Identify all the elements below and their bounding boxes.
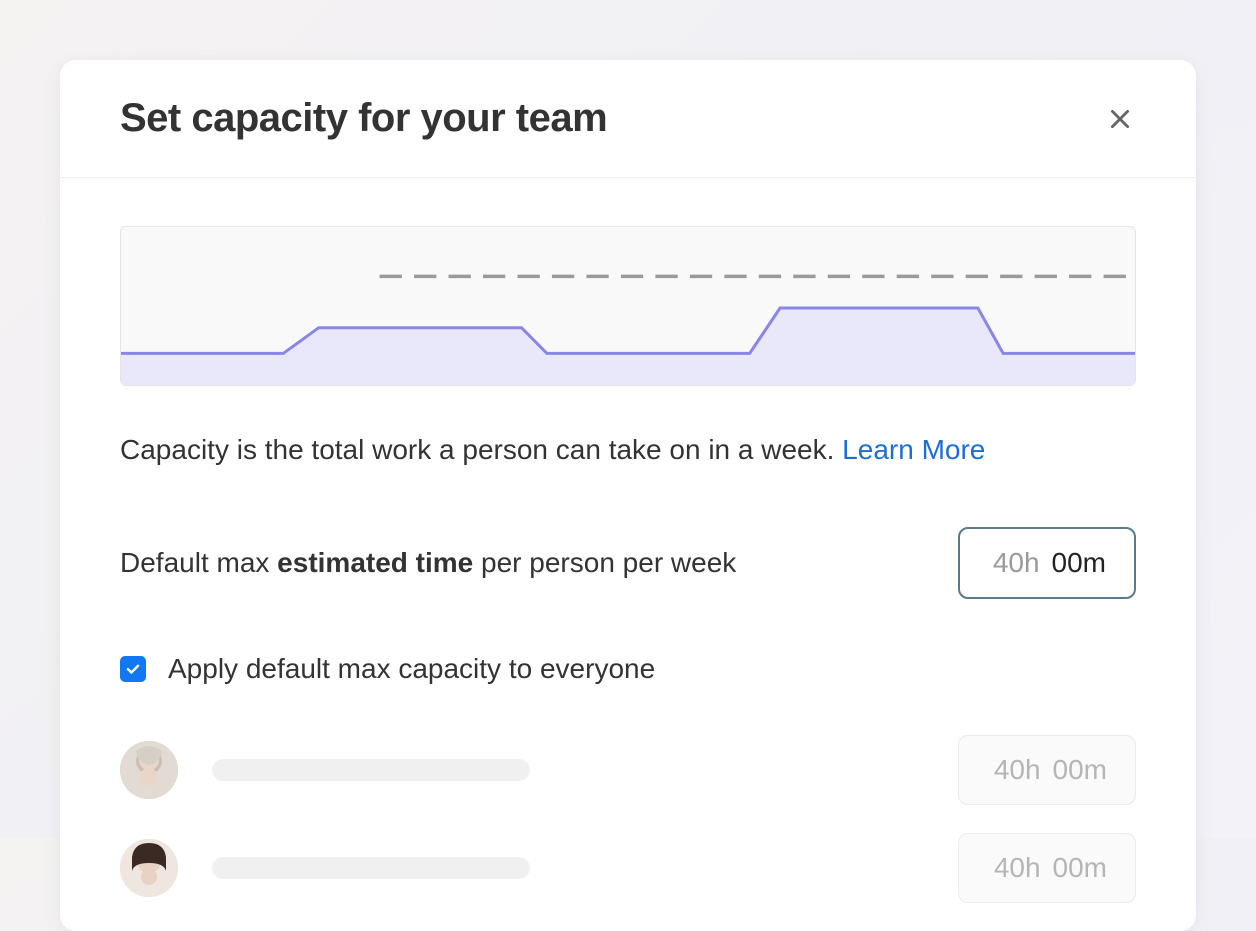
capacity-modal: Set capacity for your team Capacity is t… xyxy=(60,60,1196,931)
default-capacity-row: Default max estimated time per person pe… xyxy=(120,527,1136,599)
member-minutes: 00m xyxy=(1053,754,1107,786)
member-capacity-input[interactable]: 40h 00m xyxy=(958,833,1136,903)
description-text: Capacity is the total work a person can … xyxy=(120,434,834,465)
member-row: 40h 00m xyxy=(120,833,1136,903)
member-capacity-input[interactable]: 40h 00m xyxy=(958,735,1136,805)
member-name-placeholder xyxy=(212,759,530,781)
close-icon xyxy=(1107,106,1133,132)
apply-default-label: Apply default max capacity to everyone xyxy=(168,653,655,685)
capacity-description: Capacity is the total work a person can … xyxy=(120,430,1136,469)
checkmark-icon xyxy=(125,661,141,677)
avatar xyxy=(120,741,178,799)
member-row: 40h 00m xyxy=(120,735,1136,805)
modal-header: Set capacity for your team xyxy=(60,60,1196,178)
avatar xyxy=(120,839,178,897)
apply-default-row: Apply default max capacity to everyone xyxy=(120,653,1136,685)
capacity-chart xyxy=(120,226,1136,386)
member-hours: 40h xyxy=(994,852,1041,884)
default-capacity-input[interactable]: 40h 00m xyxy=(958,527,1136,599)
apply-default-checkbox[interactable] xyxy=(120,656,146,682)
default-minutes: 00m xyxy=(1052,547,1106,579)
member-name-placeholder xyxy=(212,857,530,879)
default-hours: 40h xyxy=(993,547,1040,579)
member-hours: 40h xyxy=(994,754,1041,786)
modal-body: Capacity is the total work a person can … xyxy=(60,178,1196,903)
member-minutes: 00m xyxy=(1053,852,1107,884)
members-list: 40h 00m 40 xyxy=(120,735,1136,903)
close-button[interactable] xyxy=(1104,103,1136,135)
default-capacity-label: Default max estimated time per person pe… xyxy=(120,547,736,579)
learn-more-link[interactable]: Learn More xyxy=(842,434,985,465)
modal-title: Set capacity for your team xyxy=(120,96,607,141)
